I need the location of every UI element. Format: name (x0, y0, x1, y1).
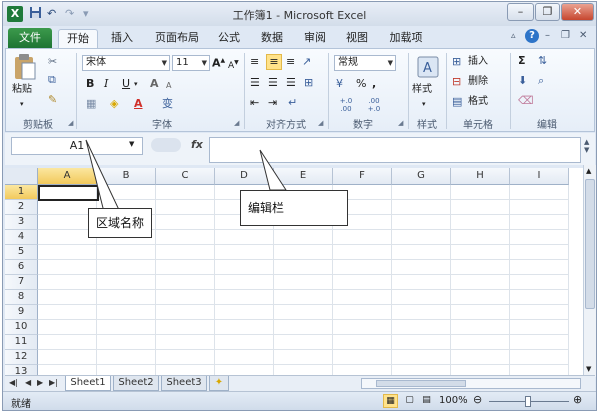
callout-name-box: 区域名称 (88, 208, 153, 238)
callout-formula-bar: 编辑栏 (240, 190, 348, 226)
